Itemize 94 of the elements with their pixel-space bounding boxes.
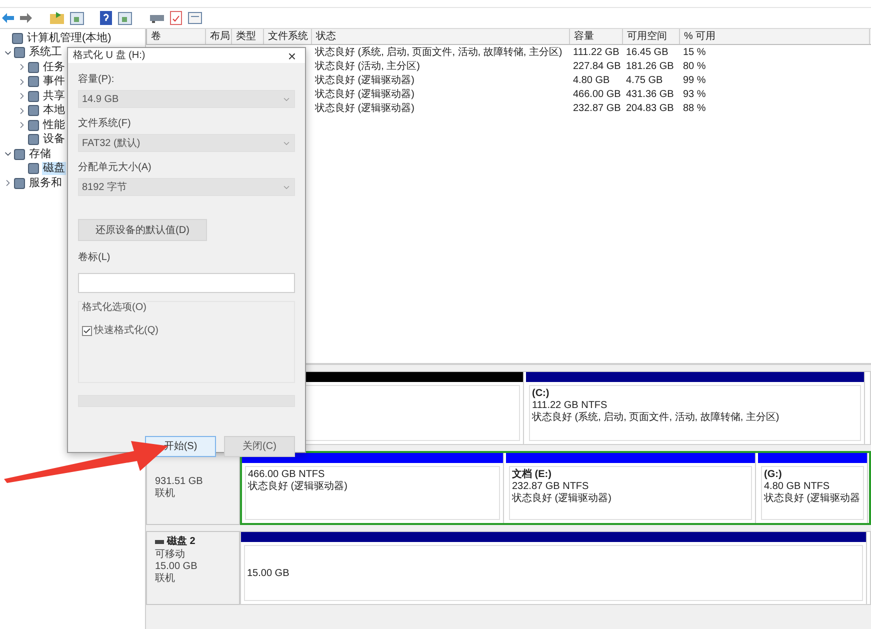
table-cell-text: 状态良好 (系统, 启动, 页面文件, 活动, 故障转储, 主分区) [314,46,564,60]
group-title: 格式化选项(O) [82,301,146,315]
tree-item[interactable]: 磁盘 [42,162,66,176]
partition-block[interactable]: 15.00 GB [241,532,867,604]
partition-block[interactable]: (C:) 111.22 GB NTFS 状态良好 (系统, 启动, 页面文件, 活动, 故障转储, 主分区) [526,372,865,444]
partition-status: 状态良好 (逻辑驱动器 [764,493,861,505]
help-icon[interactable] [100,11,112,25]
table-cell-text: 181.26 GB [625,60,675,74]
table-cell-text: 状态良好 (逻辑驱动器) [314,74,416,88]
checkbox[interactable] [82,326,92,336]
table-cell-text: 99 % [682,74,707,88]
table-cell-text: 93 % [682,88,707,102]
panel-icon[interactable] [70,12,84,24]
table-cell-text: 4.75 GB [625,74,664,88]
tree-item[interactable]: 共享 [42,90,66,103]
tree-node-icon [14,47,25,58]
table-cell-text: 232.87 GB [572,102,622,116]
back-arrow-icon[interactable] [2,13,14,23]
partition-block[interactable]: 文档 (E:) 232.87 GB NTFS 状态良好 (逻辑驱动器) [506,453,756,523]
tree-item[interactable]: 任务 [42,60,66,74]
tree-node-icon [28,120,39,131]
disk-info-text: 可移动 [155,549,186,561]
tree-item[interactable]: 服务和 [28,176,63,190]
column-header[interactable]: % 可用 [680,29,870,44]
column-header[interactable]: 卷 [147,29,206,44]
partition-size: 111.22 GB NTFS [532,400,608,412]
document-check-icon[interactable] [170,11,182,25]
partition-size: 466.00 GB NTFS [248,469,326,480]
table-cell-text: 状态良好 (活动, 主分区) [314,60,421,74]
table-cell-text: 15 % [682,46,707,60]
tree-node-icon [28,76,39,88]
column-header[interactable]: 可用空间 [623,29,680,44]
tree-item[interactable]: 系统工 [28,46,63,60]
restore-defaults-button[interactable]: 还原设备的默认值(D) [78,219,207,241]
table-cell-text: 431.36 GB [625,88,675,102]
disk-info-text: 931.51 GB [155,476,204,488]
volume-label-field[interactable] [78,273,295,293]
partition-name: (C:) [532,388,550,400]
partition-block[interactable]: (G:) 4.80 GB NTFS 状态良好 (逻辑驱动器 [758,453,868,523]
drive-icon[interactable] [150,13,164,23]
table-cell-text: 204.83 GB [625,102,675,116]
field-label: 文件系统(F) [78,117,132,131]
tree-node-icon [14,148,25,160]
column-header[interactable]: 容量 [570,29,623,44]
close-button[interactable]: × [284,48,300,62]
field-label: 分配单元大小(A) [78,161,152,175]
tree-node-icon [28,134,39,146]
disk-info-text: 联机 [155,488,176,500]
column-header[interactable]: 状态 [312,29,570,44]
dialog-title: 格式化 U 盘 (H:) [73,48,146,63]
dialog-button[interactable]: 关闭(C) [224,436,295,457]
tree-item[interactable]: 计算机管理(本地) [26,32,112,45]
table-cell-text: 80 % [682,60,707,74]
disk-name: 磁盘 2 [167,536,196,548]
table-cell-text: 4.80 GB [572,74,611,88]
partition-status: 状态良好 (逻辑驱动器) [248,481,348,493]
partition-block[interactable]: 466.00 GB NTFS 状态良好 (逻辑驱动器) [242,453,504,523]
folder-up-icon[interactable] [50,12,64,24]
field-label: 容量(P): [78,73,116,87]
tree-node-icon [28,163,39,174]
table-cell-text: 111.22 GB [572,46,620,60]
forward-arrow-icon[interactable] [20,13,32,23]
tree-item[interactable]: 存储 [28,148,52,161]
tree-item[interactable]: 设备 [42,133,66,146]
checkbox-label: 快速格式化(Q) [94,324,158,338]
partition-status: 状态良好 (系统, 启动, 页面文件, 活动, 故障转储, 主分区) [532,412,780,424]
column-header[interactable]: 布局 [206,29,232,44]
table-cell-text: 88 % [682,102,707,116]
table-cell-text: 16.45 GB [625,46,670,60]
partition-name: (G:) [764,469,783,481]
tree-item[interactable]: 性能 [42,118,66,132]
window-icon[interactable] [188,12,202,24]
partition-size: 4.80 GB NTFS [764,481,831,492]
table-cell-text: 状态良好 (逻辑驱动器) [314,102,416,116]
partition-name: 文档 (E:) [512,469,552,481]
table-cell-text: 227.84 GB [572,60,622,74]
column-header[interactable]: 文件系统 [264,29,312,44]
disk-info-text: 联机 [155,573,176,585]
tree-node-icon [12,32,23,44]
partition-size: 15.00 GB [247,568,290,580]
field-label: 卷标(L) [78,251,112,265]
tree-node-icon [28,90,39,102]
tree-node-icon [28,62,39,73]
disk-info-text: 15.00 GB [155,561,198,572]
partition-size: 232.87 GB NTFS [512,481,590,492]
table-cell-text: 状态良好 (逻辑驱动器) [314,88,416,102]
column-header[interactable]: 类型 [232,29,264,44]
table-cell-text: 466.00 GB [572,88,622,102]
tree-node-icon [14,178,25,189]
tree-item[interactable]: 事件 [42,75,66,88]
tree-item[interactable]: 本地 [42,104,66,118]
tree-node-icon [28,105,39,116]
panel-icon[interactable] [118,12,132,24]
partition-status: 状态良好 (逻辑驱动器) [512,493,612,505]
